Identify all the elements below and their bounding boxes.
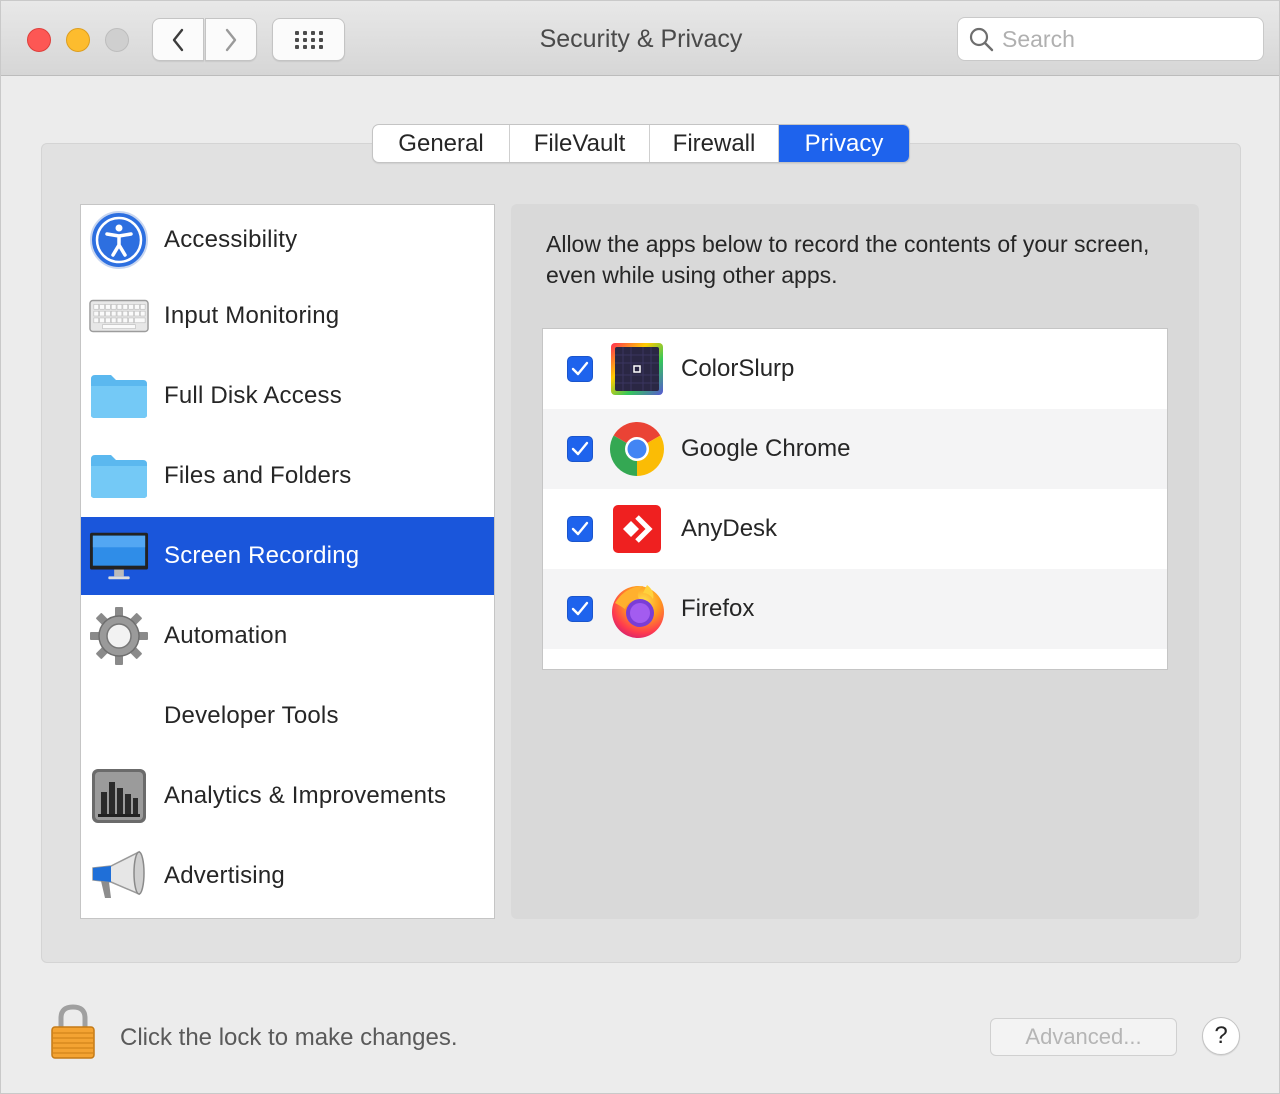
chevron-right-icon: [225, 28, 237, 51]
app-name: ColorSlurp: [681, 355, 795, 382]
accessibility-icon: [89, 210, 149, 270]
tab-general[interactable]: General: [373, 125, 510, 162]
search-input[interactable]: [1002, 25, 1252, 53]
sidebar-item-label: Accessibility: [164, 226, 298, 253]
privacy-category-list: Accessibility Input Monitoring Full Disk…: [80, 204, 495, 919]
sidebar-item-label: Analytics & Improvements: [164, 782, 447, 809]
app-name: Firefox: [681, 595, 755, 622]
sidebar-item-developer-tools[interactable]: Developer Tools: [81, 677, 494, 755]
tab-privacy[interactable]: Privacy: [779, 125, 909, 162]
checkmark-icon: [571, 361, 589, 376]
app-row-google-chrome[interactable]: Google Chrome: [543, 409, 1167, 489]
anydesk-icon: [609, 501, 665, 557]
sidebar-item-analytics[interactable]: Analytics & Improvements: [81, 757, 494, 835]
search-field[interactable]: [957, 17, 1264, 61]
sidebar-item-label: Screen Recording: [164, 542, 360, 569]
display-icon: [89, 526, 149, 586]
minimize-window-button[interactable]: [66, 28, 90, 52]
sidebar-item-label: Input Monitoring: [164, 302, 340, 329]
checkmark-icon: [571, 601, 589, 616]
folder-icon: [89, 446, 149, 506]
forward-button[interactable]: [205, 18, 257, 61]
sidebar-item-screen-recording[interactable]: Screen Recording: [81, 517, 494, 595]
preferences-window: Security & Privacy General FileVault Fir…: [0, 0, 1280, 1094]
app-checkbox-colorslurp[interactable]: [567, 356, 593, 382]
tab-firewall[interactable]: Firewall: [650, 125, 779, 162]
sidebar-item-label: Automation: [164, 622, 288, 649]
sidebar-item-label: Developer Tools: [164, 702, 339, 729]
back-button[interactable]: [152, 18, 204, 61]
grid-icon: [294, 30, 323, 49]
app-name: AnyDesk: [681, 515, 778, 542]
title-bar: Security & Privacy: [1, 1, 1279, 76]
bar-chart-icon: [89, 766, 149, 826]
app-name: Google Chrome: [681, 435, 851, 462]
app-checkbox-google-chrome[interactable]: [567, 436, 593, 462]
sidebar-item-full-disk-access[interactable]: Full Disk Access: [81, 357, 494, 435]
gear-icon: [89, 606, 149, 666]
show-all-button[interactable]: [272, 18, 345, 61]
tab-bar: General FileVault Firewall Privacy: [372, 124, 910, 163]
firefox-icon: [609, 581, 665, 638]
sidebar-item-accessibility[interactable]: Accessibility: [81, 201, 494, 279]
checkmark-icon: [571, 521, 589, 536]
screen-recording-description: Allow the apps below to record the conte…: [546, 231, 1150, 288]
app-row-firefox[interactable]: Firefox: [543, 569, 1167, 649]
tab-filevault[interactable]: FileVault: [510, 125, 650, 162]
folder-icon: [89, 366, 149, 426]
chrome-icon: [609, 421, 665, 477]
lock-status-text: Click the lock to make changes.: [120, 1024, 458, 1051]
chevron-left-icon: [172, 28, 184, 51]
app-checkbox-firefox[interactable]: [567, 596, 593, 622]
megaphone-icon: [89, 846, 149, 906]
keyboard-icon: [89, 286, 149, 346]
sidebar-item-label: Advertising: [164, 862, 285, 889]
sidebar-item-files-and-folders[interactable]: Files and Folders: [81, 437, 494, 515]
lock-button[interactable]: [49, 1004, 97, 1060]
sidebar-item-label: Full Disk Access: [164, 382, 342, 409]
app-checkbox-anydesk[interactable]: [567, 516, 593, 542]
padlock-icon: [51, 1004, 95, 1059]
checkmark-icon: [571, 441, 589, 456]
colorslurp-icon: [609, 341, 665, 397]
app-list: ColorSlurp Google Chrome AnyDesk Firefox: [542, 328, 1168, 670]
sidebar-item-input-monitoring[interactable]: Input Monitoring: [81, 277, 494, 355]
search-icon: [969, 27, 994, 52]
window-title: Security & Privacy: [539, 25, 743, 53]
zoom-window-button[interactable]: [105, 28, 129, 52]
sidebar-item-label: Files and Folders: [164, 462, 352, 489]
advanced-button[interactable]: Advanced...: [990, 1018, 1177, 1056]
app-row-colorslurp[interactable]: ColorSlurp: [543, 329, 1167, 409]
sidebar-item-advertising[interactable]: Advertising: [81, 837, 494, 915]
app-row-anydesk[interactable]: AnyDesk: [543, 489, 1167, 569]
close-window-button[interactable]: [27, 28, 51, 52]
help-button[interactable]: ?: [1202, 1017, 1240, 1055]
sidebar-item-automation[interactable]: Automation: [81, 597, 494, 675]
